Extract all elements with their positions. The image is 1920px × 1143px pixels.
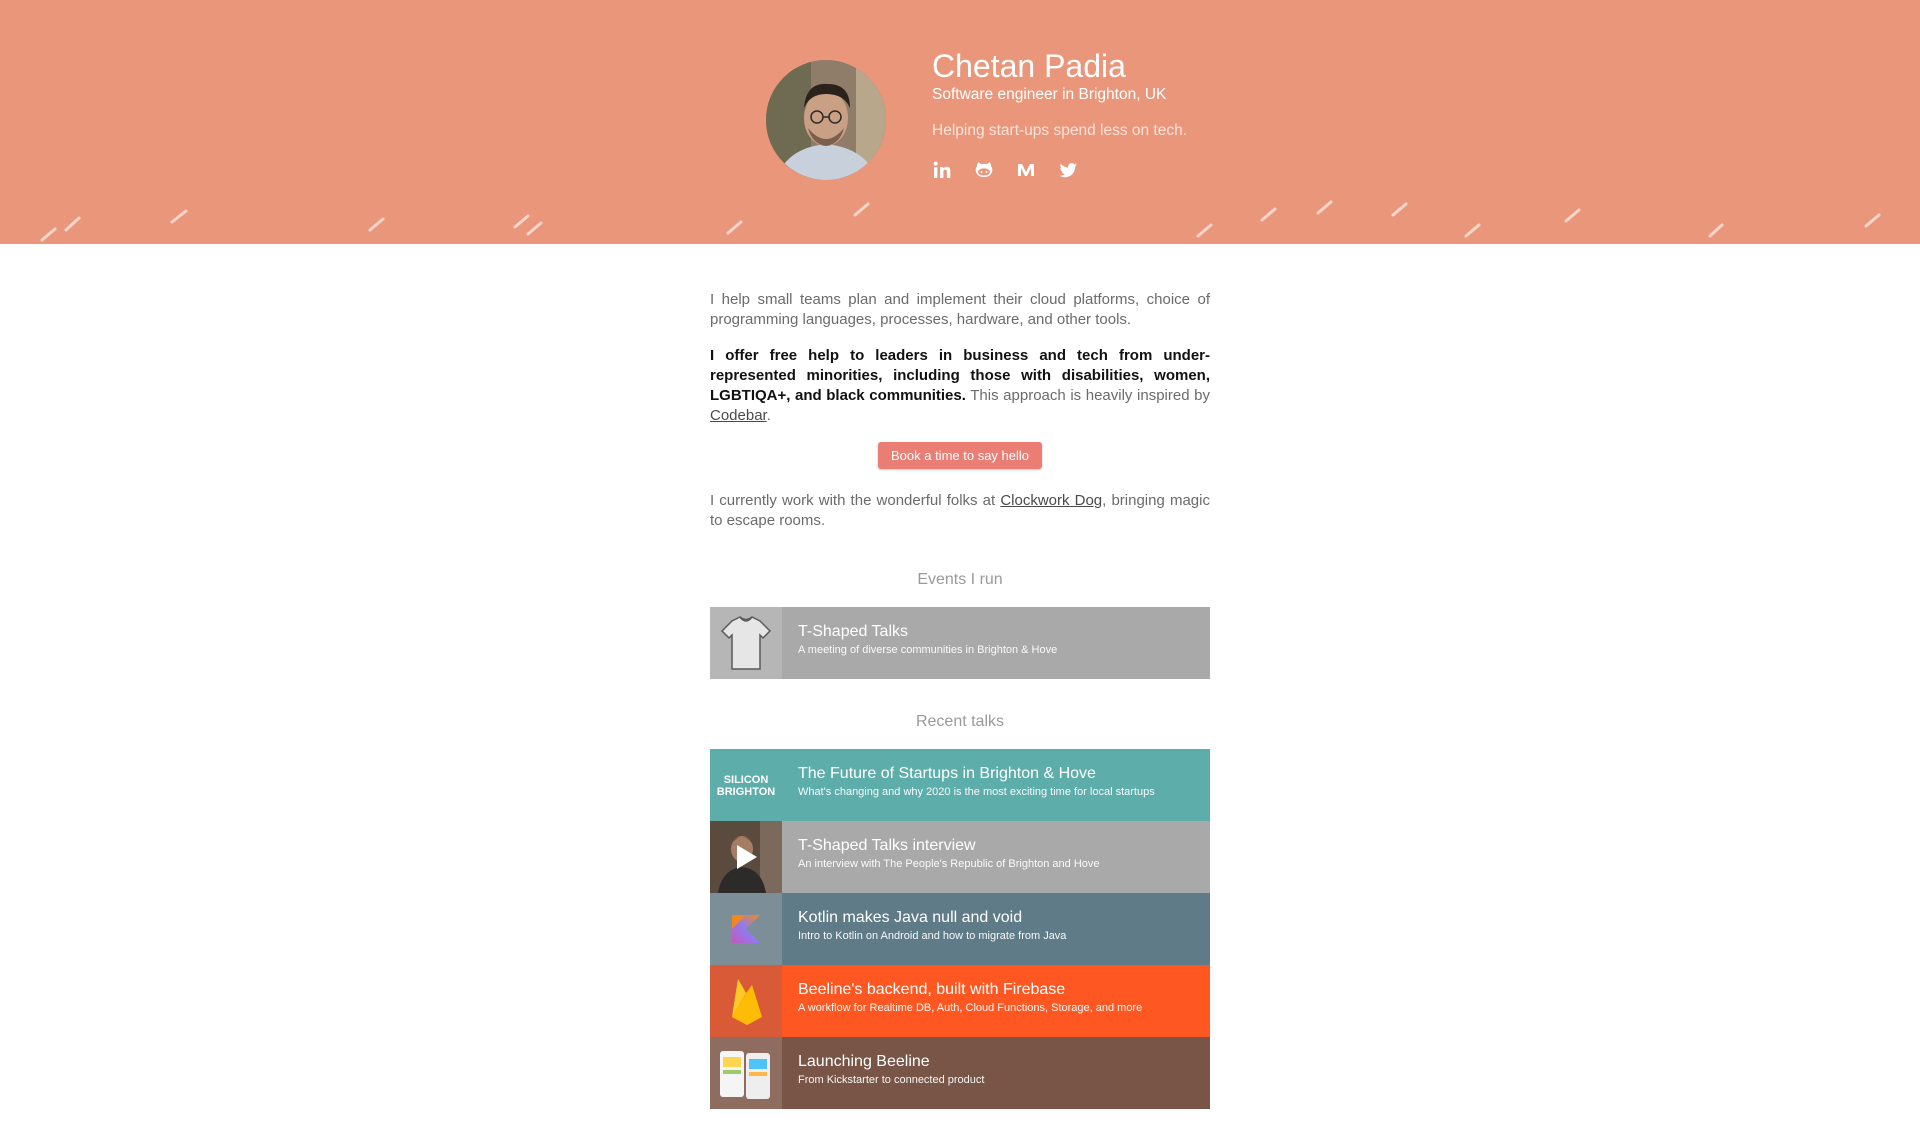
hero-header: Chetan Padia Software engineer in Bright… bbox=[0, 0, 1920, 244]
firebase-icon bbox=[710, 965, 782, 1037]
cta-container: Book a time to say hello bbox=[710, 442, 1210, 469]
events-list: T-Shaped Talks A meeting of diverse comm… bbox=[710, 607, 1210, 679]
talk-card-firebase[interactable]: Beeline's backend, built with Firebase A… bbox=[710, 965, 1210, 1037]
talk-card-kotlin[interactable]: Kotlin makes Java null and void Intro to… bbox=[710, 893, 1210, 965]
profile: Chetan Padia Software engineer in Bright… bbox=[766, 48, 1326, 190]
card-title: T-Shaped Talks bbox=[798, 623, 908, 640]
card-title: The Future of Startups in Brighton & Hov… bbox=[798, 765, 1096, 782]
medium-icon[interactable] bbox=[1016, 160, 1036, 180]
twitter-icon[interactable] bbox=[1058, 160, 1078, 180]
card-description: An interview with The People's Republic … bbox=[798, 858, 1100, 870]
linkedin-icon[interactable] bbox=[932, 160, 952, 180]
kotlin-icon bbox=[710, 893, 782, 965]
talks-heading: Recent talks bbox=[915, 713, 1005, 730]
card-description: A meeting of diverse communities in Brig… bbox=[798, 644, 1058, 656]
talk-card-launching-beeline[interactable]: Launching Beeline From Kickstarter to co… bbox=[710, 1037, 1210, 1109]
beeline-thumbnail bbox=[710, 1037, 782, 1109]
svg-text:BRIGHTON: BRIGHTON bbox=[717, 786, 776, 798]
card-title: Launching Beeline bbox=[798, 1053, 930, 1070]
free-help-paragraph: I offer free help to leaders in business… bbox=[710, 347, 1210, 424]
card-description: A workflow for Realtime DB, Auth, Cloud … bbox=[798, 1002, 1143, 1014]
profile-subtitle: Software engineer in Brighton, UK bbox=[932, 86, 1167, 103]
codebar-link[interactable]: Codebar bbox=[710, 407, 767, 424]
talk-card-future-of-startups[interactable]: SILICON BRIGHTON The Future of Startups … bbox=[710, 749, 1210, 821]
card-title: T-Shaped Talks interview bbox=[798, 837, 976, 854]
card-description: From Kickstarter to connected product bbox=[798, 1074, 985, 1086]
card-title: Beeline's backend, built with Firebase bbox=[798, 981, 1066, 998]
video-thumbnail bbox=[710, 821, 782, 893]
clockwork-dog-link[interactable]: Clockwork Dog bbox=[1000, 492, 1102, 509]
intro-paragraph: I help small teams plan and implement th… bbox=[710, 291, 1210, 328]
talk-card-t-shaped-interview[interactable]: T-Shaped Talks interview An interview wi… bbox=[710, 821, 1210, 893]
card-description: What's changing and why 2020 is the most… bbox=[798, 786, 1155, 798]
social-links bbox=[932, 160, 1078, 180]
book-time-button[interactable]: Book a time to say hello bbox=[877, 442, 1043, 469]
card-description: Intro to Kotlin on Android and how to mi… bbox=[798, 930, 1067, 942]
profile-name: Chetan Padia bbox=[932, 48, 1126, 84]
current-work-paragraph: I currently work with the wonderful folk… bbox=[710, 492, 1210, 529]
event-card-t-shaped-talks[interactable]: T-Shaped Talks A meeting of diverse comm… bbox=[710, 607, 1210, 679]
silicon-brighton-logo: SILICON BRIGHTON bbox=[710, 749, 782, 821]
svg-text:SILICON: SILICON bbox=[724, 774, 769, 786]
talks-list: SILICON BRIGHTON The Future of Startups … bbox=[710, 749, 1210, 1109]
github-icon[interactable] bbox=[974, 160, 994, 180]
card-title: Kotlin makes Java null and void bbox=[798, 909, 1023, 926]
tshirt-icon bbox=[710, 607, 782, 679]
profile-tagline: Helping start-ups spend less on tech. bbox=[932, 122, 1188, 139]
avatar bbox=[766, 60, 886, 180]
events-heading: Events I run bbox=[917, 571, 1003, 588]
main-content: I help small teams plan and implement th… bbox=[710, 290, 1210, 1143]
